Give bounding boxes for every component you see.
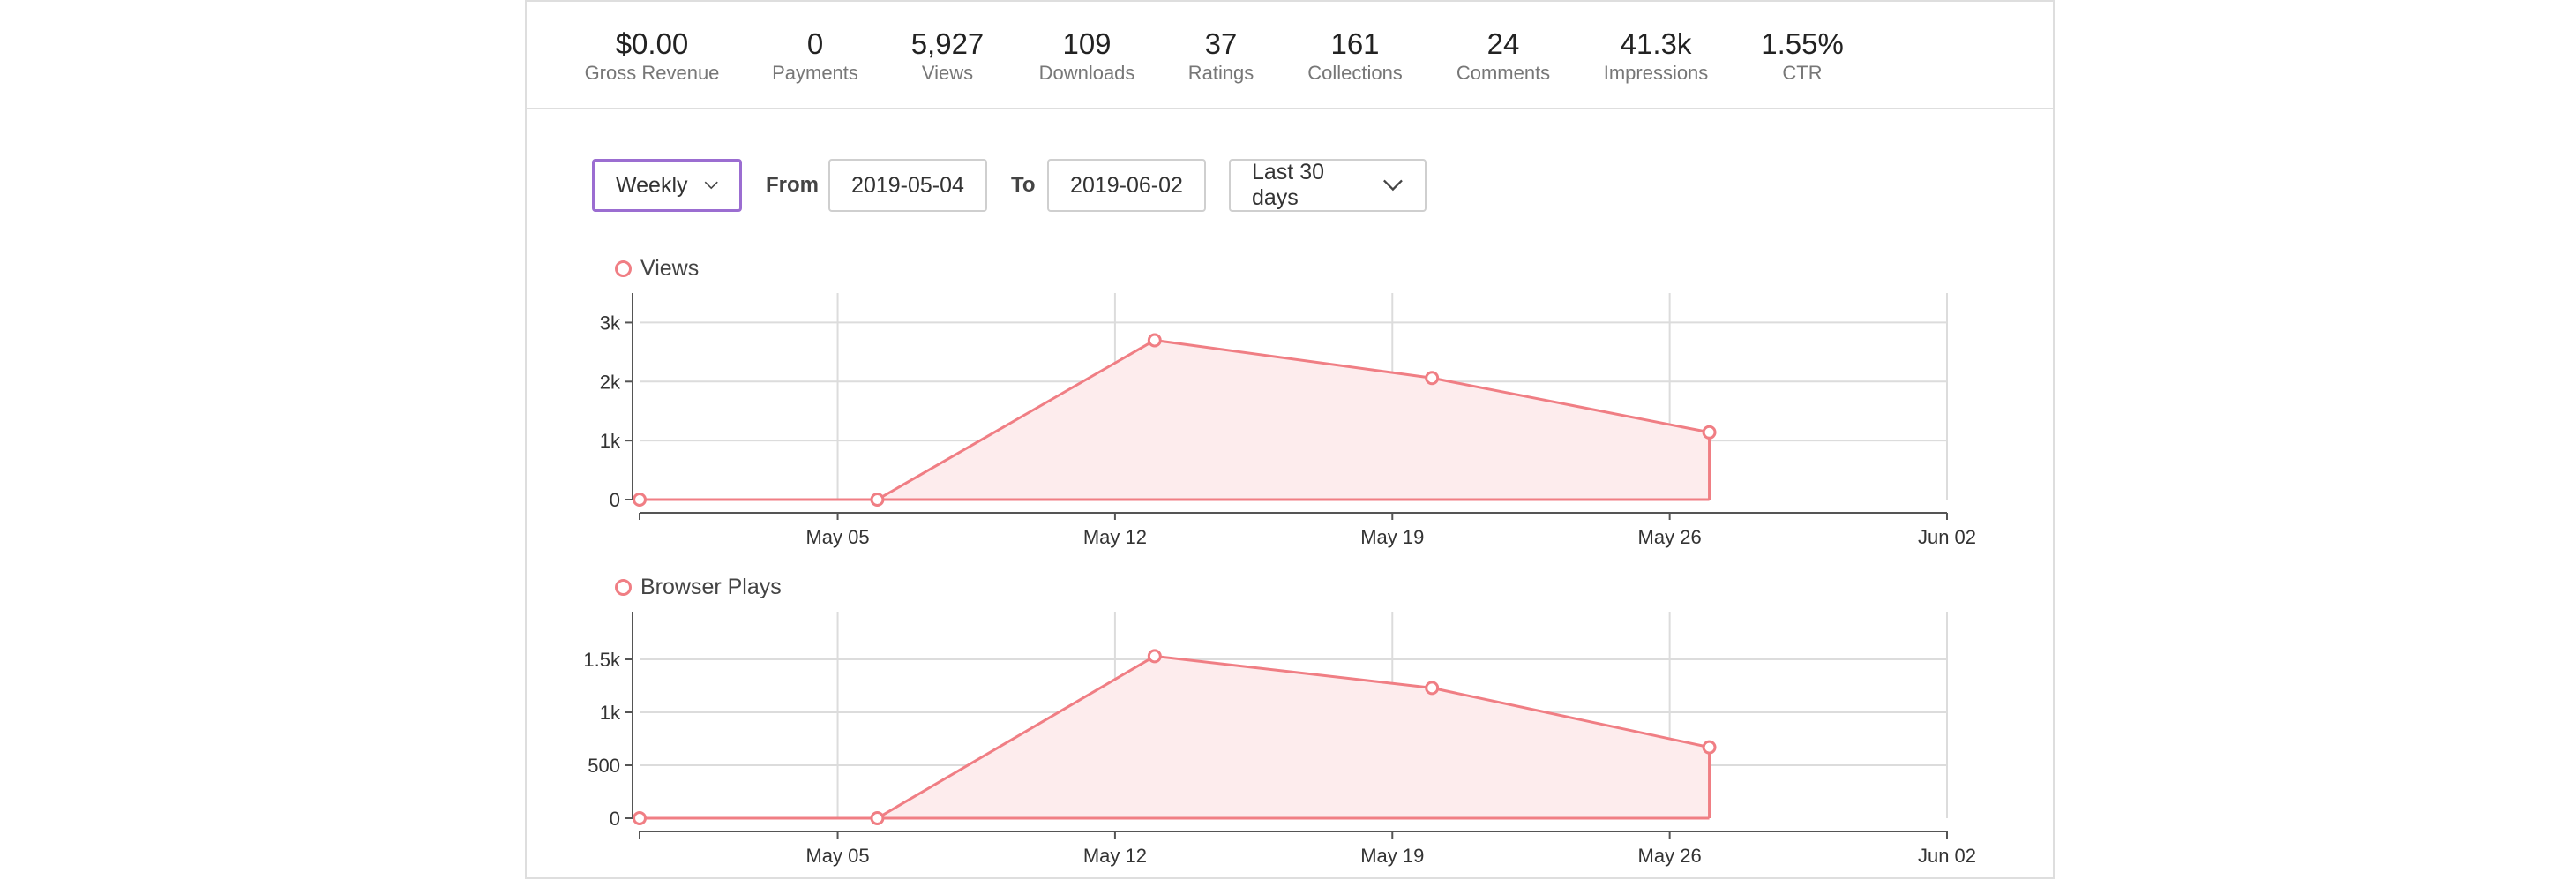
stat-label: Downloads	[1038, 62, 1135, 84]
stat-value: 41.3k	[1620, 27, 1692, 60]
to-date-input[interactable]: 2019-06-02	[1047, 159, 1206, 212]
y-tick-label: 0	[610, 489, 620, 511]
stat-value: 5,927	[910, 27, 985, 60]
y-tick-label: 2k	[600, 371, 621, 393]
range-dropdown-label: Last 30 days	[1252, 160, 1325, 210]
stat-downloads: 109 Downloads	[1039, 26, 1135, 85]
y-tick-label: 0	[610, 808, 620, 830]
x-tick-label: May 19	[1360, 526, 1424, 548]
y-tick-label: 1.5k	[583, 649, 621, 671]
x-tick-label: May 12	[1083, 845, 1147, 867]
views-chart: 0 1k 2k 3k May 05 May 12 May 19 May 26 Jun 02	[600, 293, 1976, 548]
stat-label: Collections	[1307, 62, 1403, 84]
stat-value: 24	[1486, 27, 1520, 60]
stat-gross-revenue: $0.00 Gross Revenue	[585, 26, 720, 85]
x-tick-label: Jun 02	[1918, 526, 1976, 548]
stat-payments: 0 Payments	[772, 26, 858, 85]
stat-value: 161	[1330, 27, 1380, 60]
stat-impressions: 41.3k Impressions	[1604, 26, 1709, 85]
views-legend-label: Views	[640, 256, 700, 281]
stat-value: 0	[806, 27, 824, 60]
x-tick-label: May 12	[1083, 526, 1147, 548]
stat-value: 109	[1062, 27, 1112, 60]
stat-value: $0.00	[615, 27, 689, 60]
from-label: From	[766, 173, 819, 197]
chevron-down-icon	[1383, 179, 1403, 192]
x-tick-label: May 19	[1360, 845, 1424, 867]
x-tick-label: May 26	[1638, 845, 1702, 867]
chevron-down-icon	[704, 181, 718, 190]
stat-collections: 161 Collections	[1307, 26, 1403, 85]
stat-label: Impressions	[1603, 62, 1709, 84]
from-date-input[interactable]: 2019-05-04	[828, 159, 987, 212]
interval-dropdown-label: Weekly	[616, 172, 688, 198]
browser-plays-chart: 0 500 1k 1.5k May 05 May 12 May 19 May 26 Jun 02	[583, 612, 1976, 867]
series-marker-icon	[615, 260, 632, 277]
stat-value: 1.55%	[1761, 27, 1844, 60]
stat-comments: 24 Comments	[1456, 26, 1550, 85]
interval-dropdown[interactable]: Weekly	[592, 159, 742, 212]
to-label: To	[1011, 173, 1036, 197]
data-point	[1147, 649, 1162, 664]
data-point	[870, 493, 885, 507]
stat-label: Payments	[772, 62, 858, 84]
x-tick-label: Jun 02	[1918, 845, 1976, 867]
series-area	[640, 340, 1710, 500]
analytics-panel: $0.00 Gross Revenue 0 Payments 5,927 Vie…	[525, 0, 2055, 879]
y-tick-label: 500	[588, 755, 620, 777]
stat-ratings: 37 Ratings	[1188, 26, 1254, 85]
series-area	[640, 656, 1710, 818]
data-point	[1147, 333, 1162, 348]
from-date-value: 2019-05-04	[851, 172, 964, 198]
stat-label: Ratings	[1187, 62, 1254, 84]
series-marker-icon	[615, 579, 632, 596]
data-point	[1425, 371, 1440, 386]
data-point	[870, 811, 885, 825]
stat-ctr: 1.55% CTR	[1761, 26, 1844, 85]
stat-label: CTR	[1782, 62, 1823, 84]
y-tick-label: 1k	[600, 430, 621, 452]
stats-bar: $0.00 Gross Revenue 0 Payments 5,927 Vie…	[527, 2, 2053, 109]
data-point	[1702, 740, 1717, 755]
stat-value: 37	[1204, 27, 1238, 60]
stat-label: Views	[921, 62, 974, 84]
data-point	[1425, 681, 1440, 696]
range-dropdown[interactable]: Last 30 days	[1229, 159, 1427, 212]
stat-label: Comments	[1456, 62, 1551, 84]
views-legend[interactable]: Views	[615, 256, 699, 282]
to-date-value: 2019-06-02	[1070, 172, 1183, 198]
data-point	[1702, 425, 1717, 440]
data-point	[633, 493, 647, 507]
browser-plays-legend-label: Browser Plays	[640, 575, 782, 599]
stat-label: Gross Revenue	[584, 62, 720, 84]
browser-plays-legend[interactable]: Browser Plays	[615, 575, 782, 600]
y-tick-label: 1k	[600, 702, 621, 724]
y-tick-label: 3k	[600, 312, 621, 334]
data-point	[633, 811, 647, 825]
x-tick-label: May 05	[805, 526, 869, 548]
x-tick-label: May 05	[805, 845, 869, 867]
stat-views: 5,927 Views	[911, 26, 985, 85]
x-tick-label: May 26	[1638, 526, 1702, 548]
